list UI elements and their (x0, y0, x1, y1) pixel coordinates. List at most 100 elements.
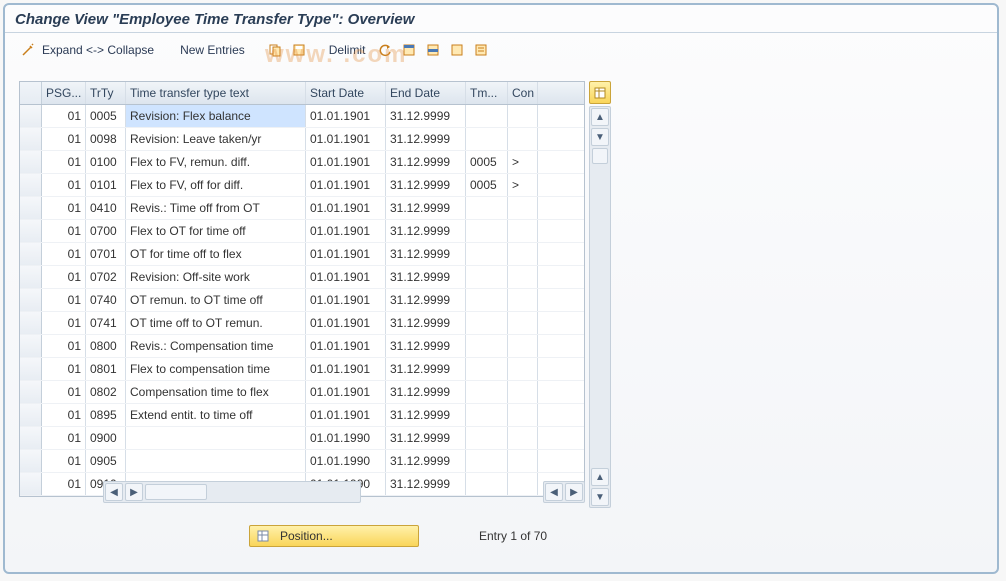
scroll-right2-icon[interactable]: ▶ (565, 483, 583, 501)
cell-text[interactable]: Flex to FV, remun. diff. (126, 151, 306, 173)
cell-trty: 0005 (86, 105, 126, 127)
cell-text[interactable]: Compensation time to flex (126, 381, 306, 403)
row-selector[interactable] (20, 335, 42, 357)
delimit-label: Delimit (329, 43, 366, 57)
table-row[interactable]: 010801Flex to compensation time01.01.190… (20, 358, 584, 381)
save-button[interactable] (288, 39, 310, 61)
grid: PSG... TrTy Time transfer type text Star… (19, 81, 585, 497)
deselect-icon (449, 42, 465, 58)
cell-text[interactable]: OT remun. to OT time off (126, 289, 306, 311)
table-row[interactable]: 010410Revis.: Time off from OT01.01.1901… (20, 197, 584, 220)
horizontal-scrollbar-left[interactable]: ◀ ▶ (103, 481, 361, 503)
table-row[interactable]: 01090001.01.199031.12.9999 (20, 427, 584, 450)
vertical-scrollbar[interactable]: ▲ ▼ ▲ ▼ (589, 106, 611, 508)
scroll-left-icon[interactable]: ◀ (105, 483, 123, 501)
row-selector[interactable] (20, 404, 42, 426)
scroll-left2-icon[interactable]: ◀ (545, 483, 563, 501)
row-selector[interactable] (20, 358, 42, 380)
col-con[interactable]: Con (508, 82, 538, 104)
deselect-button[interactable] (446, 39, 468, 61)
toolbar: Expand <-> Collapse New Entries Delimit (5, 37, 997, 67)
scroll-up2-icon[interactable]: ▲ (591, 468, 609, 486)
scroll-right-icon[interactable]: ▶ (125, 483, 143, 501)
print-button[interactable] (470, 39, 492, 61)
table-row[interactable]: 010802Compensation time to flex01.01.190… (20, 381, 584, 404)
table-row[interactable]: 010741OT time off to OT remun.01.01.1901… (20, 312, 584, 335)
table-row[interactable]: 01090501.01.199031.12.9999 (20, 450, 584, 473)
delimit-button[interactable]: Delimit (322, 39, 373, 61)
row-selector[interactable] (20, 174, 42, 196)
cell-text[interactable]: Flex to OT for time off (126, 220, 306, 242)
col-selector[interactable] (20, 82, 42, 104)
row-selector[interactable] (20, 266, 42, 288)
cell-end: 31.12.9999 (386, 243, 466, 265)
col-trty[interactable]: TrTy (86, 82, 126, 104)
cell-text[interactable]: Flex to FV, off for diff. (126, 174, 306, 196)
col-text[interactable]: Time transfer type text (126, 82, 306, 104)
row-selector[interactable] (20, 197, 42, 219)
cell-end: 31.12.9999 (386, 197, 466, 219)
scroll-track[interactable] (593, 166, 607, 466)
table-row[interactable]: 010702Revision: Off-site work01.01.19013… (20, 266, 584, 289)
row-selector[interactable] (20, 427, 42, 449)
col-start[interactable]: Start Date (306, 82, 386, 104)
row-selector[interactable] (20, 151, 42, 173)
scroll-up-icon[interactable]: ▲ (591, 108, 609, 126)
row-selector[interactable] (20, 105, 42, 127)
table-row[interactable]: 010895Extend entit. to time off01.01.190… (20, 404, 584, 427)
position-button[interactable]: Position... (249, 525, 419, 547)
table-row[interactable]: 010701OT for time off to flex01.01.19013… (20, 243, 584, 266)
cell-text[interactable]: OT time off to OT remun. (126, 312, 306, 334)
table-row[interactable]: 010800Revis.: Compensation time01.01.190… (20, 335, 584, 358)
new-entries-button[interactable]: New Entries (173, 39, 252, 61)
grid-settings-button[interactable] (589, 81, 611, 104)
cell-psg: 01 (42, 105, 86, 127)
row-selector[interactable] (20, 128, 42, 150)
hscroll-thumb[interactable] (145, 484, 207, 500)
grid-body: 010005Revision: Flex balance01.01.190131… (20, 105, 584, 496)
undo-button[interactable] (374, 39, 396, 61)
cell-con (508, 358, 538, 380)
cell-text[interactable] (126, 450, 306, 472)
table-row[interactable]: 010700Flex to OT for time off01.01.19013… (20, 220, 584, 243)
table-row[interactable]: 010740OT remun. to OT time off01.01.1901… (20, 289, 584, 312)
table-row[interactable]: 010098Revision: Leave taken/yr01.01.1901… (20, 128, 584, 151)
scroll-thumb[interactable] (592, 148, 608, 164)
footer: Position... Entry 1 of 70 (19, 525, 983, 547)
cell-text[interactable]: Revis.: Compensation time (126, 335, 306, 357)
cell-text[interactable]: Revis.: Time off from OT (126, 197, 306, 219)
cell-text[interactable]: Revision: Off-site work (126, 266, 306, 288)
row-selector[interactable] (20, 450, 42, 472)
cell-psg: 01 (42, 266, 86, 288)
row-selector[interactable] (20, 289, 42, 311)
select-all-button[interactable] (398, 39, 420, 61)
row-selector[interactable] (20, 243, 42, 265)
hscroll-track[interactable] (209, 485, 359, 499)
row-selector[interactable] (20, 312, 42, 334)
row-selector[interactable] (20, 220, 42, 242)
cell-text[interactable]: Flex to compensation time (126, 358, 306, 380)
copy-button[interactable] (264, 39, 286, 61)
table-row[interactable]: 010101Flex to FV, off for diff.01.01.190… (20, 174, 584, 197)
cell-trty: 0895 (86, 404, 126, 426)
horizontal-scrollbar-right[interactable]: ◀ ▶ (543, 481, 585, 503)
select-block-button[interactable] (422, 39, 444, 61)
cell-text[interactable] (126, 427, 306, 449)
cell-text[interactable]: Revision: Flex balance (126, 105, 306, 127)
col-psg[interactable]: PSG... (42, 82, 86, 104)
col-tm[interactable]: Tm... (466, 82, 508, 104)
cell-psg: 01 (42, 335, 86, 357)
cell-text[interactable]: OT for time off to flex (126, 243, 306, 265)
row-selector[interactable] (20, 381, 42, 403)
cell-text[interactable]: Extend entit. to time off (126, 404, 306, 426)
cell-psg: 01 (42, 128, 86, 150)
table-row[interactable]: 010100Flex to FV, remun. diff.01.01.1901… (20, 151, 584, 174)
toggle-expand-button[interactable]: Expand <-> Collapse (13, 39, 161, 61)
cell-text[interactable]: Revision: Leave taken/yr (126, 128, 306, 150)
hscroll-area: ◀ ▶ ◀ ▶ (19, 482, 585, 502)
copy-icon (267, 42, 283, 58)
col-end[interactable]: End Date (386, 82, 466, 104)
table-row[interactable]: 010005Revision: Flex balance01.01.190131… (20, 105, 584, 128)
scroll-down2-icon[interactable]: ▼ (591, 488, 609, 506)
scroll-down-icon[interactable]: ▼ (591, 128, 609, 146)
